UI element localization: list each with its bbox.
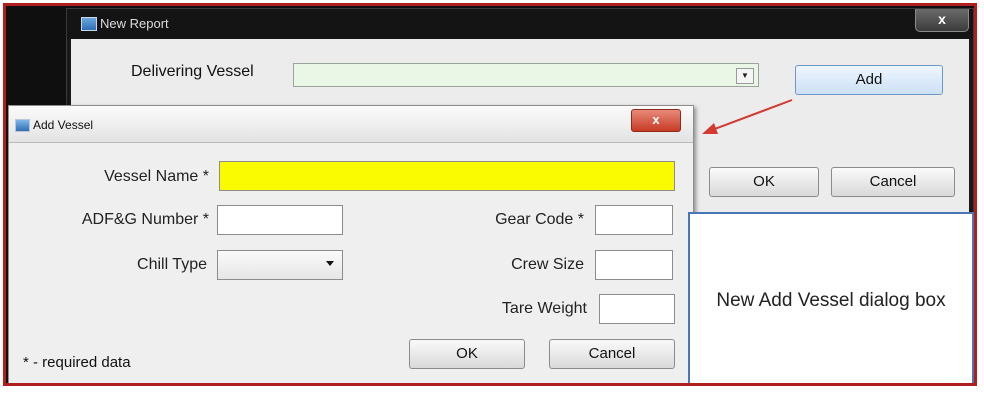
adfg-number-input[interactable] <box>217 205 343 235</box>
required-data-note: * - required data <box>23 354 131 371</box>
chevron-down-icon[interactable]: ▼ <box>736 68 754 84</box>
annotation-text: New Add Vessel dialog box <box>716 289 946 311</box>
app-icon <box>81 17 97 31</box>
new-report-ok-button[interactable]: OK <box>709 167 819 197</box>
delivering-vessel-select[interactable]: ▼ <box>293 63 759 87</box>
add-button[interactable]: Add <box>795 65 943 95</box>
crew-size-label: Crew Size <box>511 256 584 273</box>
chill-type-label: Chill Type <box>137 256 207 273</box>
screenshot-frame: New Report x Delivering Vessel ▼ Add OK … <box>3 3 977 386</box>
add-vessel-ok-button[interactable]: OK <box>409 339 525 369</box>
add-vessel-titlebar[interactable]: Add Vessel x <box>9 106 693 143</box>
new-report-titlebar[interactable]: New Report x <box>67 9 973 39</box>
add-vessel-title: Add Vessel <box>33 118 94 132</box>
vessel-name-input[interactable] <box>219 161 675 191</box>
delivering-vessel-label: Delivering Vessel <box>131 63 254 80</box>
add-vessel-close-button[interactable]: x <box>631 109 681 132</box>
vessel-name-label: Vessel Name * <box>104 168 209 185</box>
tare-weight-label: Tare Weight <box>501 300 587 317</box>
chevron-down-icon[interactable] <box>326 261 334 266</box>
add-vessel-dialog: Add Vessel x Vessel Name * ADF&G Number … <box>8 105 694 383</box>
tare-weight-input[interactable] <box>599 294 675 324</box>
annotation-arrow <box>702 99 793 134</box>
new-report-close-button[interactable]: x <box>915 9 969 32</box>
new-report-title: New Report <box>100 16 169 31</box>
gear-code-label: Gear Code * <box>495 211 584 228</box>
new-report-cancel-button[interactable]: Cancel <box>831 167 955 197</box>
gear-code-input[interactable] <box>595 205 673 235</box>
crew-size-input[interactable] <box>595 250 673 280</box>
app-icon <box>15 119 30 132</box>
add-vessel-cancel-button[interactable]: Cancel <box>549 339 675 369</box>
chill-type-select[interactable] <box>217 250 343 280</box>
adfg-number-label: ADF&G Number * <box>81 211 209 228</box>
annotation-callout: New Add Vessel dialog box <box>688 212 974 383</box>
